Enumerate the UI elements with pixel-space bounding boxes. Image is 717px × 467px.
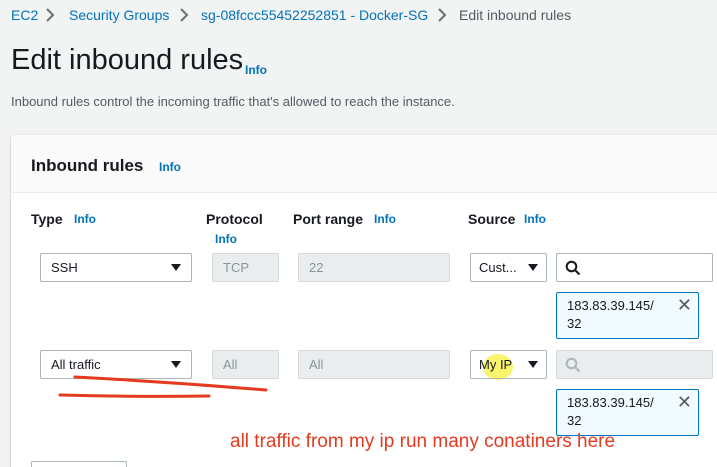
add-rule-button[interactable] bbox=[31, 461, 127, 467]
annotation-text: all traffic from my ip run many conatine… bbox=[230, 431, 616, 452]
annotation-underline bbox=[58, 375, 268, 398]
